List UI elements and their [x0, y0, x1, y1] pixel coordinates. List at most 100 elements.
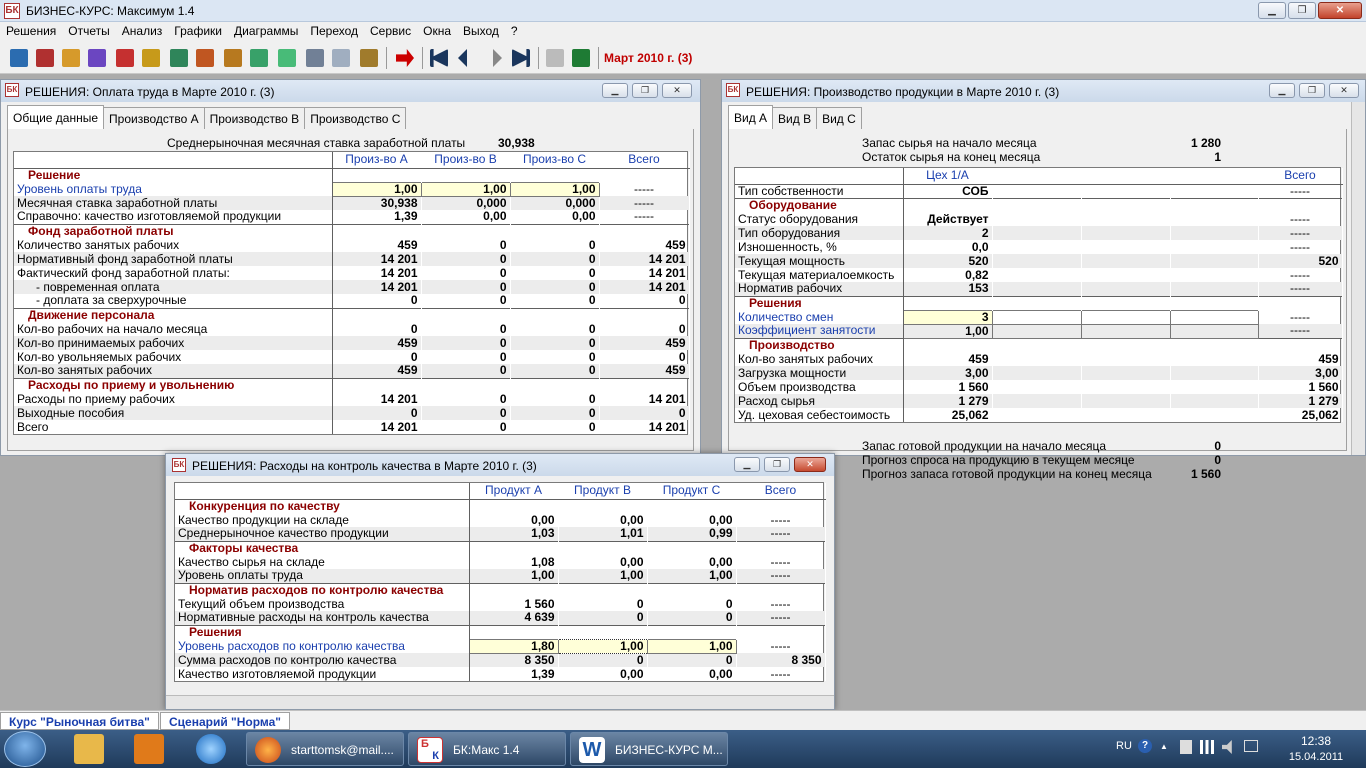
input-cell[interactable]: 3: [902, 309, 993, 325]
people-icon[interactable]: [88, 49, 106, 67]
go-arrow-icon[interactable]: [396, 49, 414, 67]
tray-expand-icon[interactable]: ▲: [1160, 742, 1168, 751]
input-cell[interactable]: [1169, 323, 1259, 339]
start-button[interactable]: [4, 731, 46, 767]
input-cell[interactable]: [991, 309, 1082, 325]
taskbar-word[interactable]: W БИЗНЕС-КУРС М...: [570, 732, 728, 766]
quality-hscrollbar[interactable]: [166, 695, 834, 709]
input-cell[interactable]: [991, 323, 1082, 339]
menu-item-7[interactable]: Окна: [417, 22, 457, 42]
volume-icon[interactable]: [1222, 740, 1232, 754]
menu-item-4[interactable]: Диаграммы: [228, 22, 304, 42]
production-icon[interactable]: [196, 49, 214, 67]
labor-close-button[interactable]: ✕: [662, 83, 692, 98]
input-cell[interactable]: 1,00: [420, 181, 511, 197]
menu-item-5[interactable]: Переход: [304, 22, 364, 42]
labor-restore-button[interactable]: ❐: [632, 83, 658, 98]
table-row: Качество продукции на складе 0,00 0,00 0,00…: [175, 513, 826, 527]
cell-value: [992, 352, 1082, 366]
production-close-button[interactable]: ✕: [1329, 83, 1359, 98]
input-cell[interactable]: [1169, 309, 1259, 325]
pentagon-icon[interactable]: [116, 49, 134, 67]
stamp-icon[interactable]: [332, 49, 350, 67]
explorer-icon[interactable]: [74, 734, 104, 764]
solutions-icon[interactable]: [10, 49, 28, 67]
input-cell[interactable]: 1,00: [646, 638, 737, 654]
excel-icon[interactable]: [572, 49, 590, 67]
document-icon[interactable]: [306, 49, 324, 67]
money-bag-icon[interactable]: [278, 49, 296, 67]
menu-item-1[interactable]: Отчеты: [62, 22, 115, 42]
prev-icon[interactable]: [458, 49, 467, 67]
row-label: Факторы качества: [175, 540, 470, 555]
course-tab[interactable]: Курс "Рыночная битва": [0, 712, 159, 730]
row-label: Изношенность, %: [735, 240, 904, 254]
minimize-button[interactable]: ▁: [1258, 2, 1286, 19]
w1-col-header-0: Произ-во А: [332, 152, 422, 169]
w2-tab-0[interactable]: Вид А: [728, 105, 774, 129]
production-restore-button[interactable]: ❐: [1299, 83, 1325, 98]
internet-explorer-icon[interactable]: [196, 734, 226, 764]
quality-window-titlebar[interactable]: БК РЕШЕНИЯ: Расходы на контроль качества…: [166, 454, 834, 476]
close-button[interactable]: ✕: [1318, 2, 1362, 19]
restore-button[interactable]: ❐: [1288, 2, 1316, 19]
equipment-icon[interactable]: [170, 49, 188, 67]
menu-item-6[interactable]: Сервис: [364, 22, 417, 42]
quality-close-button[interactable]: ✕: [794, 457, 826, 472]
cell-value: 0: [421, 294, 511, 308]
tray-window-icon[interactable]: [1244, 740, 1258, 752]
w3-header-row: Продукт А Продукт В Продукт С Всего: [175, 483, 826, 500]
production-scrollbar[interactable]: [1351, 102, 1365, 455]
w1-col-header-3: Всего: [599, 152, 690, 169]
cell-value: 1,00: [647, 569, 737, 583]
labor-window-titlebar[interactable]: БК РЕШЕНИЯ: Оплата труда в Марте 2010 г.…: [1, 80, 700, 102]
media-player-icon[interactable]: [134, 734, 164, 764]
input-cell[interactable]: 1,00: [902, 323, 993, 339]
menu-item-3[interactable]: Графики: [168, 22, 228, 42]
next-icon[interactable]: [493, 49, 502, 67]
taskbar-bk[interactable]: БК БК:Макс 1.4: [408, 732, 566, 766]
menu-item-8[interactable]: Выход: [457, 22, 505, 42]
row-label: Нормативный фонд заработной платы: [14, 252, 333, 266]
menu-item-2[interactable]: Анализ: [116, 22, 169, 42]
quality-minimize-button[interactable]: ▁: [734, 457, 760, 472]
table-row: - доплата за сверхурочные 0 0 0 0: [14, 294, 690, 308]
w1-tab-2[interactable]: Производство В: [203, 107, 306, 129]
cell-value: [1081, 394, 1171, 408]
production-minimize-button[interactable]: ▁: [1269, 83, 1295, 98]
w1-tab-1[interactable]: Производство А: [103, 107, 205, 129]
warehouse-icon[interactable]: [224, 49, 242, 67]
archive-icon[interactable]: [360, 49, 378, 67]
input-cell[interactable]: 1,80: [468, 638, 559, 654]
flag-icon[interactable]: [1180, 740, 1192, 754]
cell-value: -----: [736, 555, 826, 569]
menu-item-9[interactable]: ?: [505, 22, 524, 42]
production-window-titlebar[interactable]: БК РЕШЕНИЯ: Производство продукции в Мар…: [722, 80, 1365, 102]
input-cell[interactable]: [1080, 309, 1171, 325]
input-cell[interactable]: 1,00: [557, 638, 648, 654]
quality-icon[interactable]: [142, 49, 160, 67]
input-cell[interactable]: 1,00: [331, 181, 422, 197]
quality-restore-button[interactable]: ❐: [764, 457, 790, 472]
menu-item-0[interactable]: Решения: [0, 22, 62, 42]
network-icon[interactable]: [1200, 740, 1214, 754]
store-icon[interactable]: [250, 49, 268, 67]
input-cell[interactable]: [1080, 323, 1171, 339]
language-indicator[interactable]: RU: [1116, 740, 1132, 752]
cell-value: 0: [332, 294, 422, 308]
workers-icon[interactable]: [36, 49, 54, 67]
w1-tab-3[interactable]: Производство С: [304, 107, 407, 129]
cell-value: 1,00: [558, 569, 648, 583]
input-cell[interactable]: 1,00: [509, 181, 600, 197]
w1-tab-0[interactable]: Общие данные: [7, 105, 105, 129]
print-icon[interactable]: [546, 49, 564, 67]
first-icon[interactable]: [430, 49, 448, 67]
help-icon[interactable]: ?: [1138, 739, 1152, 753]
scenario-tab[interactable]: Сценарий "Норма": [160, 712, 290, 730]
staff-icon[interactable]: [62, 49, 80, 67]
w2-tab-1[interactable]: Вид В: [772, 107, 818, 129]
labor-minimize-button[interactable]: ▁: [602, 83, 628, 98]
w2-tab-2[interactable]: Вид С: [816, 107, 862, 129]
taskbar-firefox[interactable]: starttomsk@mail....: [246, 732, 404, 766]
last-icon[interactable]: [512, 49, 530, 67]
